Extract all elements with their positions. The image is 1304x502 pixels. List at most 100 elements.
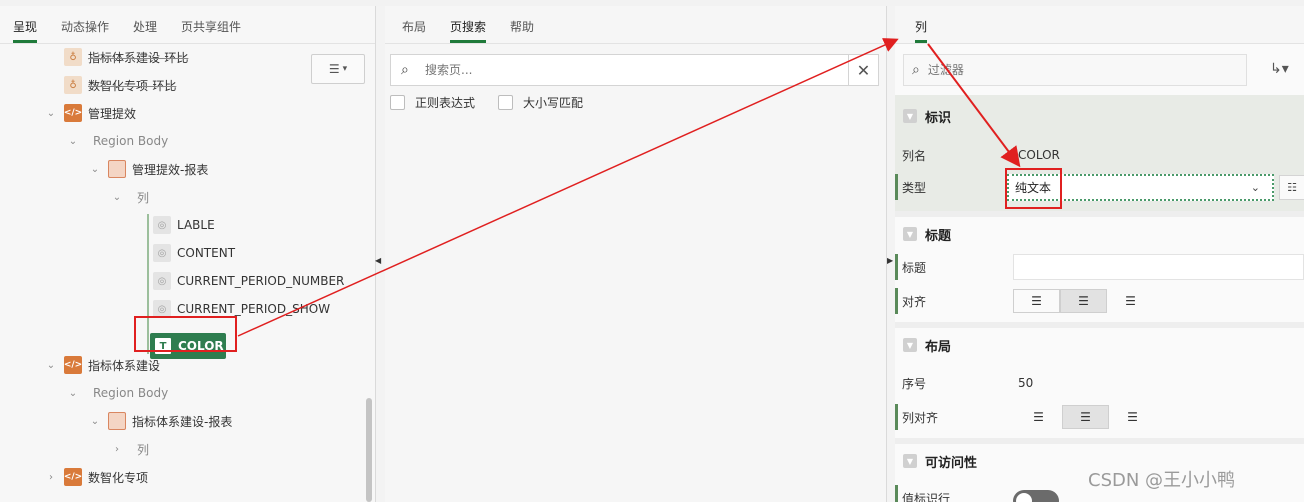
tab-help[interactable]: 帮助 <box>510 18 534 35</box>
tree-item-label: 指标体系建设 <box>88 358 161 373</box>
page-search-box: ⌕ <box>390 54 849 86</box>
tree-item-label: 数智化专项-环比 <box>88 78 177 93</box>
regex-checkbox-row[interactable]: 正则表达式 <box>390 94 475 111</box>
align-right-icon[interactable]: ☰ <box>1107 289 1154 313</box>
required-indicator <box>895 485 898 502</box>
align-center-icon[interactable]: ☰ <box>1062 405 1109 429</box>
case-checkbox-row[interactable]: 大小写匹配 <box>498 94 583 111</box>
prop-value: COLOR <box>1018 148 1060 162</box>
clear-search-button[interactable]: ✕ <box>848 54 879 86</box>
tab-processing[interactable]: 处理 <box>133 18 157 35</box>
tree-item-management-efficiency[interactable]: </> 管理提效 <box>64 102 136 124</box>
close-icon: ✕ <box>856 60 871 80</box>
tree-item-region-body[interactable]: Region Body <box>93 130 168 152</box>
heading-input[interactable] <box>1013 254 1304 280</box>
go-to-group-icon[interactable]: ↳▾ <box>1270 61 1289 77</box>
middle-tab-bar: 布局 页搜索 帮助 <box>385 6 886 44</box>
section-heading: ▼ 标题 标题 对齐 ☰ ☰ ☰ <box>895 217 1304 320</box>
tab-layout[interactable]: 布局 <box>402 18 426 35</box>
collapse-left-icon[interactable]: ◀ <box>375 256 381 265</box>
page-search-input[interactable] <box>425 63 825 77</box>
chevron-right-icon[interactable]: › <box>46 466 56 488</box>
rendering-tree: ♁ 指标体系建设-环比 ♁ 数智化专项-环比 ⌄ </> 管理提效 ⌄ Regi… <box>0 44 376 502</box>
required-indicator <box>895 288 898 314</box>
tree-item-label: 数智化专项 <box>88 470 149 485</box>
tree-item-label: Region Body <box>93 134 169 148</box>
chevron-down-icon[interactable]: ⌄ <box>68 130 78 152</box>
code-region-icon: </> <box>64 468 82 486</box>
hidden-eye-icon: ◎ <box>153 244 171 262</box>
tab-shared-components[interactable]: 页共享组件 <box>181 18 241 35</box>
property-filter-box: ⌕ <box>903 54 1247 86</box>
tree-item-columns[interactable]: 列 <box>137 438 149 460</box>
list-icon: ☷ <box>1287 181 1297 194</box>
section-header[interactable]: ▼ 布局 <box>895 328 1304 362</box>
align-left-icon[interactable]: ☰ <box>1013 289 1060 313</box>
collapse-toggle-icon[interactable]: ▼ <box>903 227 917 241</box>
tree-scrollbar[interactable] <box>366 398 372 502</box>
chevron-down-icon[interactable]: ⌄ <box>46 354 56 376</box>
tree-item-col-current-period-number[interactable]: ◎ CURRENT_PERIOD_NUMBER <box>153 270 344 292</box>
left-tab-bar: 呈现 动态操作 处理 页共享组件 <box>0 6 375 44</box>
tree-item-col-lable[interactable]: ◎ LABLE <box>153 214 215 236</box>
case-checkbox[interactable] <box>498 95 513 110</box>
chevron-down-icon[interactable]: ⌄ <box>68 382 78 404</box>
align-right-icon[interactable]: ☰ <box>1109 405 1156 429</box>
tree-item-label: 指标体系建设-环比 <box>88 50 189 65</box>
prop-label: 对齐 <box>902 294 927 309</box>
section-header[interactable]: ▼ 标识 <box>895 99 1304 133</box>
prop-heading: 标题 <box>895 251 1304 283</box>
tree-item-label: 管理提效-报表 <box>132 162 209 177</box>
section-title: 可访问性 <box>925 455 978 471</box>
prop-alignment: 对齐 ☰ ☰ ☰ <box>895 285 1304 317</box>
chevron-down-icon[interactable]: ⌄ <box>90 410 100 432</box>
tree-item-label: CURRENT_PERIOD_SHOW <box>177 302 331 316</box>
tree-item-digital-special-mom[interactable]: ♁ 数智化专项-环比 <box>64 74 176 96</box>
collapse-right-icon[interactable]: ▶ <box>887 256 893 265</box>
property-editor-pane: 列 ⌕ ↳▾ ▼ 标识 列名 COLOR 类型 纯文本 ⌄ <box>895 6 1304 502</box>
tree-item-digital-special[interactable]: </> 数智化专项 <box>64 466 148 488</box>
prop-sequence: 序号 50 <box>895 367 1304 399</box>
tree-item-label: LABLE <box>177 218 215 232</box>
annotation-box-type-select <box>1005 168 1062 209</box>
chevron-right-icon[interactable]: › <box>112 438 122 460</box>
tree-item-label: CONTENT <box>177 246 236 260</box>
tree-item-columns[interactable]: 列 <box>137 186 149 208</box>
tree-item-label: CURRENT_PERIOD_NUMBER <box>177 274 345 288</box>
collapse-toggle-icon[interactable]: ▼ <box>903 338 917 352</box>
align-center-icon[interactable]: ☰ <box>1060 289 1107 313</box>
list-options-button[interactable]: ☷ <box>1279 175 1304 200</box>
code-region-icon: </> <box>64 356 82 374</box>
tab-dynamic-actions[interactable]: 动态操作 <box>61 18 109 35</box>
tab-rendering[interactable]: 呈现 <box>13 18 38 43</box>
prop-column-alignment: 列对齐 ☰ ☰ ☰ <box>895 401 1304 433</box>
tree-item-label: Region Body <box>93 386 169 400</box>
align-left-icon[interactable]: ☰ <box>1015 405 1062 429</box>
chevron-down-icon[interactable]: ⌄ <box>90 158 100 180</box>
watermark: CSDN @王小小鸭 <box>1088 470 1236 491</box>
code-region-icon: </> <box>64 104 82 122</box>
collapse-toggle-icon[interactable]: ▼ <box>903 454 917 468</box>
tree-item-col-content[interactable]: ◎ CONTENT <box>153 242 235 264</box>
chevron-down-icon[interactable]: ⌄ <box>46 102 56 124</box>
section-title: 布局 <box>925 339 952 355</box>
tab-column[interactable]: 列 <box>915 18 928 43</box>
tree-item-index-system[interactable]: </> 指标体系建设 <box>64 354 160 376</box>
regex-checkbox[interactable] <box>390 95 405 110</box>
right-tab-bar: 列 <box>895 6 1304 44</box>
tree-item-region-body[interactable]: Region Body <box>93 382 168 404</box>
column-align-group: ☰ ☰ ☰ <box>1015 405 1156 429</box>
property-filter-input[interactable] <box>927 63 1208 77</box>
section-title: 标识 <box>925 110 952 126</box>
tree-item-report-management[interactable]: 管理提效-报表 <box>108 158 208 180</box>
row-header-toggle[interactable] <box>1013 490 1059 502</box>
chevron-down-icon[interactable]: ⌄ <box>112 186 122 208</box>
tab-page-search[interactable]: 页搜索 <box>450 18 487 43</box>
section-header[interactable]: ▼ 标题 <box>895 217 1304 251</box>
sequence-input[interactable]: 50 <box>1018 376 1033 390</box>
annotation-box-color-node <box>134 316 237 352</box>
collapse-toggle-icon[interactable]: ▼ <box>903 109 917 123</box>
plugin-icon: ♁ <box>64 76 82 94</box>
tree-item-report-index-system[interactable]: 指标体系建设-报表 <box>108 410 232 432</box>
tree-item-index-system-mom[interactable]: ♁ 指标体系建设-环比 <box>64 46 188 68</box>
